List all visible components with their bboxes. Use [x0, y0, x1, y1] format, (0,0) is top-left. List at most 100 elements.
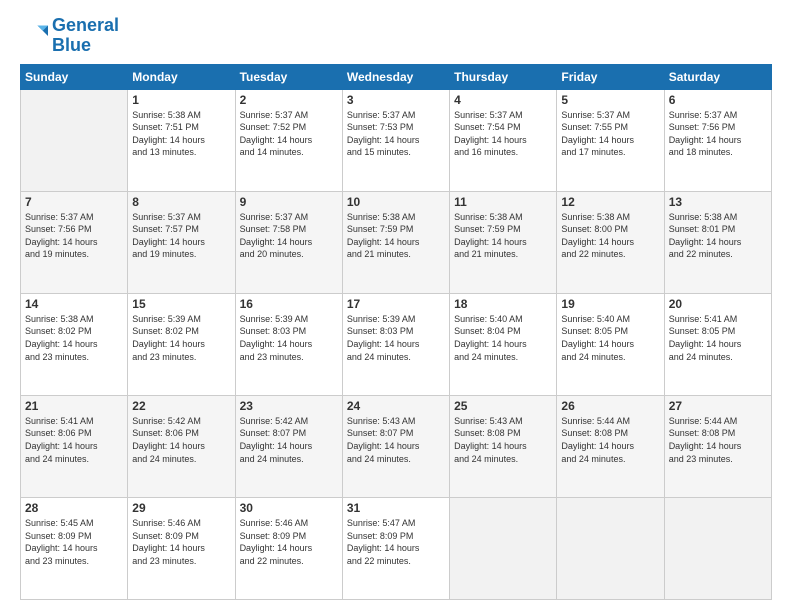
calendar-cell: 12 Sunrise: 5:38 AM Sunset: 8:00 PM Dayli… [557, 191, 664, 293]
logo: General Blue [20, 16, 119, 56]
weekday-header: Tuesday [235, 64, 342, 89]
day-number: 4 [454, 93, 552, 107]
cell-info: Sunrise: 5:39 AM Sunset: 8:03 PM Dayligh… [347, 313, 445, 363]
cell-info: Sunrise: 5:37 AM Sunset: 7:54 PM Dayligh… [454, 109, 552, 159]
page: General Blue SundayMondayTuesdayWednesda… [0, 0, 792, 612]
cell-info: Sunrise: 5:42 AM Sunset: 8:06 PM Dayligh… [132, 415, 230, 465]
weekday-header: Wednesday [342, 64, 449, 89]
calendar-cell: 22 Sunrise: 5:42 AM Sunset: 8:06 PM Dayli… [128, 395, 235, 497]
cell-info: Sunrise: 5:38 AM Sunset: 8:00 PM Dayligh… [561, 211, 659, 261]
day-number: 3 [347, 93, 445, 107]
weekday-header: Saturday [664, 64, 771, 89]
day-number: 20 [669, 297, 767, 311]
calendar-cell [557, 497, 664, 599]
calendar-week-row: 14 Sunrise: 5:38 AM Sunset: 8:02 PM Dayli… [21, 293, 772, 395]
calendar-week-row: 7 Sunrise: 5:37 AM Sunset: 7:56 PM Daylig… [21, 191, 772, 293]
cell-info: Sunrise: 5:37 AM Sunset: 7:52 PM Dayligh… [240, 109, 338, 159]
calendar-cell: 23 Sunrise: 5:42 AM Sunset: 8:07 PM Dayli… [235, 395, 342, 497]
calendar-cell: 6Sunrise: 5:37 AM Sunset: 7:56 PM Daylig… [664, 89, 771, 191]
cell-info: Sunrise: 5:41 AM Sunset: 8:05 PM Dayligh… [669, 313, 767, 363]
day-number: 21 [25, 399, 123, 413]
day-number: 12 [561, 195, 659, 209]
cell-info: Sunrise: 5:44 AM Sunset: 8:08 PM Dayligh… [561, 415, 659, 465]
calendar-cell: 30Sunrise: 5:46 AM Sunset: 8:09 PM Dayli… [235, 497, 342, 599]
calendar-week-row: 21Sunrise: 5:41 AM Sunset: 8:06 PM Dayli… [21, 395, 772, 497]
calendar-cell: 7 Sunrise: 5:37 AM Sunset: 7:56 PM Daylig… [21, 191, 128, 293]
calendar-cell: 10 Sunrise: 5:38 AM Sunset: 7:59 PM Dayli… [342, 191, 449, 293]
day-number: 14 [25, 297, 123, 311]
weekday-header: Sunday [21, 64, 128, 89]
cell-info: Sunrise: 5:40 AM Sunset: 8:04 PM Dayligh… [454, 313, 552, 363]
cell-info: Sunrise: 5:38 AM Sunset: 7:51 PM Dayligh… [132, 109, 230, 159]
calendar-cell [450, 497, 557, 599]
cell-info: Sunrise: 5:37 AM Sunset: 7:56 PM Dayligh… [669, 109, 767, 159]
cell-info: Sunrise: 5:37 AM Sunset: 7:56 PM Dayligh… [25, 211, 123, 261]
cell-info: Sunrise: 5:45 AM Sunset: 8:09 PM Dayligh… [25, 517, 123, 567]
cell-info: Sunrise: 5:43 AM Sunset: 8:07 PM Dayligh… [347, 415, 445, 465]
logo-text: General Blue [52, 16, 119, 56]
calendar-cell [21, 89, 128, 191]
calendar-cell: 9 Sunrise: 5:37 AM Sunset: 7:58 PM Daylig… [235, 191, 342, 293]
calendar-cell: 21Sunrise: 5:41 AM Sunset: 8:06 PM Dayli… [21, 395, 128, 497]
calendar-cell: 20 Sunrise: 5:41 AM Sunset: 8:05 PM Dayli… [664, 293, 771, 395]
cell-info: Sunrise: 5:37 AM Sunset: 7:58 PM Dayligh… [240, 211, 338, 261]
calendar-week-row: 1 Sunrise: 5:38 AM Sunset: 7:51 PM Daylig… [21, 89, 772, 191]
calendar-cell: 18 Sunrise: 5:40 AM Sunset: 8:04 PM Dayli… [450, 293, 557, 395]
day-number: 13 [669, 195, 767, 209]
cell-info: Sunrise: 5:42 AM Sunset: 8:07 PM Dayligh… [240, 415, 338, 465]
calendar-cell: 15 Sunrise: 5:39 AM Sunset: 8:02 PM Dayli… [128, 293, 235, 395]
calendar-cell: 13 Sunrise: 5:38 AM Sunset: 8:01 PM Dayli… [664, 191, 771, 293]
weekday-header: Thursday [450, 64, 557, 89]
logo-icon [20, 22, 48, 50]
day-number: 31 [347, 501, 445, 515]
day-number: 17 [347, 297, 445, 311]
day-number: 24 [347, 399, 445, 413]
cell-info: Sunrise: 5:38 AM Sunset: 7:59 PM Dayligh… [454, 211, 552, 261]
cell-info: Sunrise: 5:38 AM Sunset: 8:02 PM Dayligh… [25, 313, 123, 363]
cell-info: Sunrise: 5:39 AM Sunset: 8:03 PM Dayligh… [240, 313, 338, 363]
day-number: 2 [240, 93, 338, 107]
calendar-cell: 19 Sunrise: 5:40 AM Sunset: 8:05 PM Dayli… [557, 293, 664, 395]
cell-info: Sunrise: 5:38 AM Sunset: 7:59 PM Dayligh… [347, 211, 445, 261]
calendar-week-row: 28Sunrise: 5:45 AM Sunset: 8:09 PM Dayli… [21, 497, 772, 599]
calendar-cell: 2 Sunrise: 5:37 AM Sunset: 7:52 PM Daylig… [235, 89, 342, 191]
day-number: 27 [669, 399, 767, 413]
day-number: 5 [561, 93, 659, 107]
day-number: 9 [240, 195, 338, 209]
day-number: 16 [240, 297, 338, 311]
calendar-header-row: SundayMondayTuesdayWednesdayThursdayFrid… [21, 64, 772, 89]
cell-info: Sunrise: 5:47 AM Sunset: 8:09 PM Dayligh… [347, 517, 445, 567]
calendar-cell: 16 Sunrise: 5:39 AM Sunset: 8:03 PM Dayli… [235, 293, 342, 395]
day-number: 23 [240, 399, 338, 413]
cell-info: Sunrise: 5:37 AM Sunset: 7:55 PM Dayligh… [561, 109, 659, 159]
day-number: 22 [132, 399, 230, 413]
cell-info: Sunrise: 5:39 AM Sunset: 8:02 PM Dayligh… [132, 313, 230, 363]
calendar-table: SundayMondayTuesdayWednesdayThursdayFrid… [20, 64, 772, 600]
day-number: 26 [561, 399, 659, 413]
calendar-cell: 5 Sunrise: 5:37 AM Sunset: 7:55 PM Daylig… [557, 89, 664, 191]
calendar-cell: 17 Sunrise: 5:39 AM Sunset: 8:03 PM Dayli… [342, 293, 449, 395]
calendar-cell: 11 Sunrise: 5:38 AM Sunset: 7:59 PM Dayli… [450, 191, 557, 293]
day-number: 19 [561, 297, 659, 311]
cell-info: Sunrise: 5:43 AM Sunset: 8:08 PM Dayligh… [454, 415, 552, 465]
calendar-cell: 4 Sunrise: 5:37 AM Sunset: 7:54 PM Daylig… [450, 89, 557, 191]
calendar-cell: 3Sunrise: 5:37 AM Sunset: 7:53 PM Daylig… [342, 89, 449, 191]
cell-info: Sunrise: 5:46 AM Sunset: 8:09 PM Dayligh… [240, 517, 338, 567]
cell-info: Sunrise: 5:38 AM Sunset: 8:01 PM Dayligh… [669, 211, 767, 261]
calendar-cell: 26 Sunrise: 5:44 AM Sunset: 8:08 PM Dayli… [557, 395, 664, 497]
day-number: 8 [132, 195, 230, 209]
day-number: 25 [454, 399, 552, 413]
cell-info: Sunrise: 5:37 AM Sunset: 7:57 PM Dayligh… [132, 211, 230, 261]
day-number: 7 [25, 195, 123, 209]
calendar-cell: 31 Sunrise: 5:47 AM Sunset: 8:09 PM Dayli… [342, 497, 449, 599]
calendar-cell [664, 497, 771, 599]
cell-info: Sunrise: 5:40 AM Sunset: 8:05 PM Dayligh… [561, 313, 659, 363]
day-number: 1 [132, 93, 230, 107]
day-number: 11 [454, 195, 552, 209]
day-number: 15 [132, 297, 230, 311]
calendar-cell: 27Sunrise: 5:44 AM Sunset: 8:08 PM Dayli… [664, 395, 771, 497]
cell-info: Sunrise: 5:46 AM Sunset: 8:09 PM Dayligh… [132, 517, 230, 567]
calendar-cell: 24 Sunrise: 5:43 AM Sunset: 8:07 PM Dayli… [342, 395, 449, 497]
day-number: 18 [454, 297, 552, 311]
day-number: 10 [347, 195, 445, 209]
